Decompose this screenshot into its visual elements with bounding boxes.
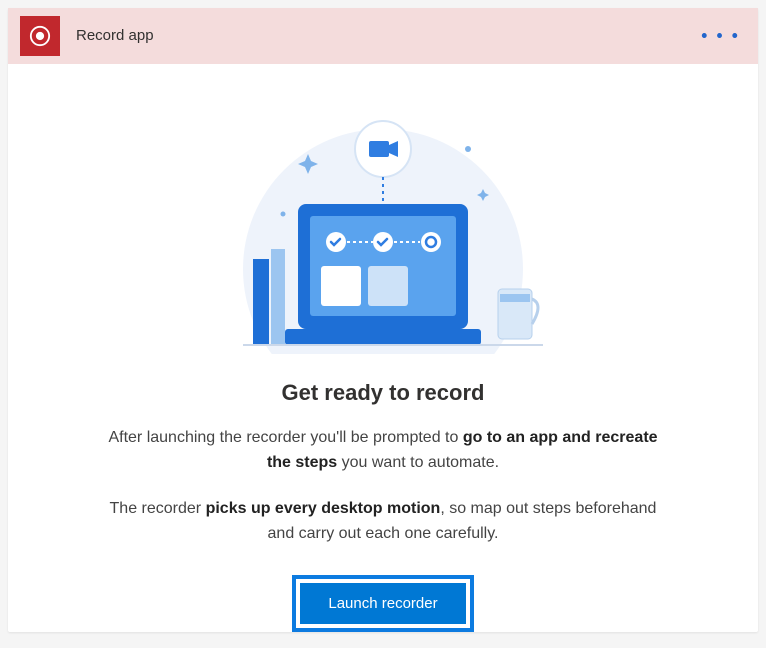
record-circle-icon	[29, 25, 51, 47]
description-paragraph-1: After launching the recorder you'll be p…	[103, 426, 663, 476]
launch-recorder-button[interactable]: Launch recorder	[300, 583, 465, 624]
para2-before: The recorder	[110, 500, 206, 517]
para2-bold: picks up every desktop motion	[206, 500, 441, 517]
record-app-card: Record app • • •	[8, 8, 758, 632]
para1-after: you want to automate.	[337, 454, 499, 471]
record-icon	[20, 16, 60, 56]
more-options-icon[interactable]: • • •	[701, 25, 740, 46]
ready-heading: Get ready to record	[282, 380, 485, 406]
description-paragraph-2: The recorder picks up every desktop moti…	[103, 497, 663, 547]
card-content: Get ready to record After launching the …	[8, 64, 758, 632]
illustration	[213, 94, 553, 354]
card-header: Record app • • •	[8, 8, 758, 64]
header-title: Record app	[76, 27, 154, 44]
launch-button-highlight: Launch recorder	[292, 575, 473, 632]
para1-before: After launching the recorder you'll be p…	[108, 429, 462, 446]
